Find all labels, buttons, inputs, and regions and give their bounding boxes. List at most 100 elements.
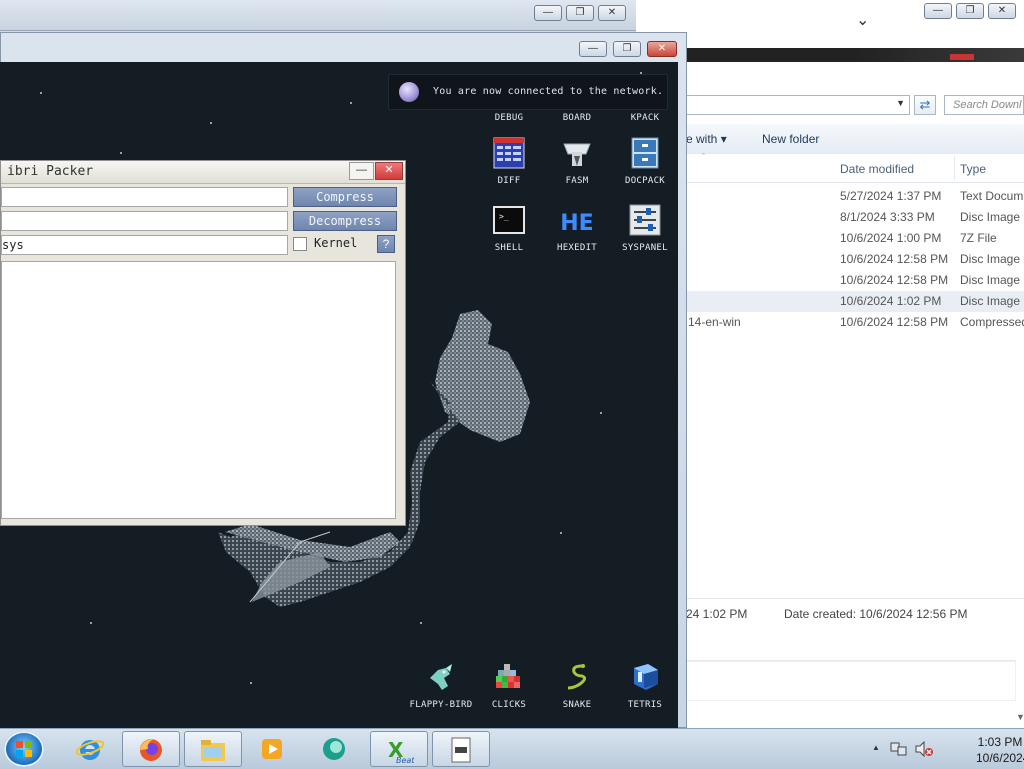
log-area[interactable] — [1, 261, 396, 519]
browser-icon — [323, 738, 345, 760]
taskbar-browser[interactable] — [306, 731, 364, 767]
minimize-button[interactable]: — — [924, 3, 952, 19]
search-input[interactable]: Search Downl — [944, 95, 1024, 115]
scroll-down-icon[interactable]: ▼ — [1016, 712, 1024, 722]
desktop-icon-flappy-bird[interactable]: FLAPPY-BIRD — [407, 660, 475, 710]
file-row[interactable]: 5/27/2024 1:37 PM Text Docum — [686, 186, 1024, 207]
file-row[interactable]: 10/6/2024 1:00 PM 7Z File — [686, 228, 1024, 249]
path-field[interactable]: sys — [1, 235, 288, 255]
close-button[interactable]: ✕ — [598, 5, 626, 21]
desktop-icon-board[interactable]: BOARD — [543, 113, 611, 123]
close-button[interactable]: ✕ — [988, 3, 1016, 19]
desktop-icon-fasm[interactable]: FASM — [543, 136, 611, 186]
explorer-dark-strip — [686, 48, 1024, 62]
network-notification[interactable]: You are now connected to the network. — [388, 74, 668, 110]
file-row[interactable]: 10/6/2024 12:58 PM Disc Image F — [686, 249, 1024, 270]
desktop-icon-docpack[interactable]: DOCPACK — [611, 136, 678, 186]
desktop-icon-tetris[interactable]: TETRIS — [611, 660, 678, 710]
media-player-icon — [262, 739, 282, 759]
close-button[interactable]: ✕ — [647, 41, 677, 57]
desktop-icon-label: FLAPPY-BIRD — [409, 700, 473, 710]
clicks-icon — [496, 664, 520, 688]
column-type[interactable]: Type — [960, 162, 986, 176]
file-row[interactable]: 10/6/2024 1:02 PM Disc Image F — [686, 291, 1024, 312]
clock-date: 10/6/2024 — [976, 751, 1024, 765]
desktop-icon-syspanel[interactable]: SYSPANEL — [611, 203, 678, 253]
desktop-icon-shell[interactable]: >_ SHELL — [475, 203, 543, 253]
chevron-down-icon[interactable]: ⌄ — [856, 10, 869, 30]
file-date: 10/6/2024 1:00 PM — [840, 231, 942, 245]
file-row[interactable]: 8/1/2024 3:33 PM Disc Image F — [686, 207, 1024, 228]
file-row[interactable]: 10/6/2024 12:58 PM Disc Image F — [686, 270, 1024, 291]
desktop-icon-diff[interactable]: DIFF — [475, 136, 543, 186]
system-tray: ▲ 1:03 PM 10/6/2024 — [868, 729, 1024, 769]
taskbar-file-explorer[interactable] — [184, 731, 242, 767]
dropdown-arrow-icon[interactable]: ▼ — [896, 98, 905, 108]
syspanel-icon — [629, 204, 661, 236]
show-hidden-icons[interactable]: ▲ — [872, 743, 880, 752]
minimize-button[interactable]: — — [579, 41, 607, 57]
packer-close-button[interactable]: ✕ — [375, 162, 403, 180]
file-type: Compressed — [960, 315, 1024, 329]
address-bar[interactable]: ▼ — [686, 95, 910, 115]
network-orb-icon — [399, 82, 419, 102]
desktop-icon-kpack[interactable]: KPACK — [611, 113, 678, 123]
xbeat-icon: X Beat — [388, 738, 414, 765]
taskbar-xbeat[interactable]: X Beat — [370, 731, 428, 767]
kolibri-desktop[interactable]: You are now connected to the network. DE… — [0, 62, 678, 728]
maximize-button[interactable]: ❐ — [956, 3, 984, 19]
refresh-button[interactable]: ⇄ — [914, 95, 936, 115]
file-date: 10/6/2024 1:02 PM — [840, 294, 942, 308]
clock-time: 1:03 PM — [977, 735, 1023, 749]
clock[interactable]: 1:03 PM 10/6/2024 — [976, 734, 1024, 766]
network-icon[interactable] — [890, 741, 908, 757]
desktop-icon-label: DIFF — [497, 176, 521, 186]
column-date-modified[interactable]: Date modified — [840, 162, 914, 176]
start-button[interactable] — [4, 731, 44, 767]
desktop-icon-label: HEXEDIT — [556, 243, 598, 253]
packer-window: ibri Packer — ✕ Compress Decompress sys … — [0, 160, 406, 526]
desktop-icon-snake[interactable]: SNAKE — [543, 660, 611, 710]
details-pane: 24 1:02 PM Date created: 10/6/2024 12:56… — [686, 598, 1024, 659]
desktop-icon-debug[interactable]: DEBUG — [475, 113, 543, 123]
help-button[interactable]: ? — [377, 235, 395, 253]
taskbar-media-player[interactable] — [244, 731, 302, 767]
explorer-titlebar: ⌄ — ❐ ✕ — [636, 0, 1024, 44]
explorer-window: ⌄ — ❐ ✕ ▼ ⇄ Search Downl e with ▾ New fo… — [636, 0, 1024, 730]
kernel-checkbox[interactable] — [293, 237, 307, 251]
compress-button[interactable]: Compress — [293, 187, 397, 207]
output-file-field[interactable] — [1, 211, 288, 231]
snake-icon — [567, 664, 587, 690]
file-row[interactable]: 14-en-win 10/6/2024 12:58 PM Compressed — [686, 312, 1024, 333]
desktop-icon-label: CLICKS — [491, 700, 527, 710]
column-header: ˆ Date modified Type — [686, 152, 1024, 183]
desktop-icon-label: TETRIS — [627, 700, 663, 710]
taskbar-document[interactable] — [432, 731, 490, 767]
svg-text:Beat: Beat — [396, 756, 414, 765]
shell-icon: >_ — [493, 206, 525, 234]
maximize-button[interactable]: ❐ — [566, 5, 594, 21]
fasm-icon — [563, 143, 591, 166]
background-window-titlebar: — ❐ ✕ — [0, 0, 636, 31]
packer-minimize-button[interactable]: — — [349, 162, 374, 180]
file-type: 7Z File — [960, 231, 997, 245]
file-name: 14-en-win — [688, 315, 741, 329]
taskbar-firefox[interactable] — [122, 731, 180, 767]
new-folder-button[interactable]: New folder — [762, 132, 819, 146]
file-type: Disc Image F — [960, 294, 1024, 308]
maximize-button[interactable]: ❐ — [613, 41, 641, 57]
explorer-caption-buttons: — ❐ ✕ — [924, 3, 1024, 21]
file-type: Text Docum — [960, 189, 1024, 203]
docpack-icon — [631, 137, 659, 169]
packer-titlebar[interactable]: ibri Packer — ✕ — [1, 161, 405, 184]
volume-muted-icon[interactable] — [914, 741, 934, 757]
file-date: 5/27/2024 1:37 PM — [840, 189, 942, 203]
desktop-icon-hexedit[interactable]: HE HEXEDIT — [543, 203, 611, 253]
taskbar-internet-explorer[interactable] — [62, 731, 120, 767]
share-with-button[interactable]: e with ▾ — [686, 132, 727, 146]
desktop-icon-clicks[interactable]: CLICKS — [475, 660, 543, 710]
decompress-button[interactable]: Decompress — [293, 211, 397, 231]
input-file-field[interactable] — [1, 187, 288, 207]
status-area — [686, 660, 1016, 701]
minimize-button[interactable]: — — [534, 5, 562, 21]
